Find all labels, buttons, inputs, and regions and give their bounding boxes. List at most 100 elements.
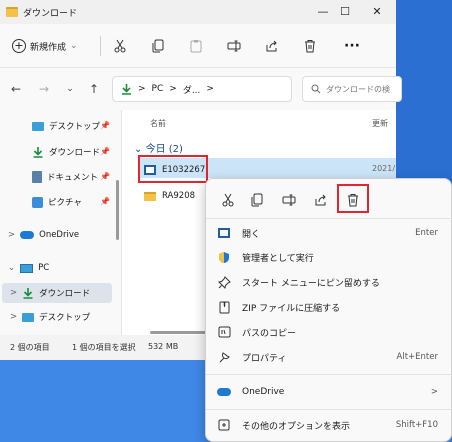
- sidebar-item-desktop[interactable]: デスクトップ: [32, 116, 100, 136]
- folder-icon: [144, 191, 156, 201]
- shortcut-key: Enter: [415, 228, 438, 238]
- menu-item-open[interactable]: 開く Enter: [214, 222, 444, 244]
- sidebar-item-label: ドキュメント: [47, 173, 99, 183]
- forward-button[interactable]: →: [36, 81, 52, 97]
- selected-size: 532 MB: [148, 342, 179, 351]
- group-header[interactable]: ⌄ 今日 (2): [134, 140, 183, 155]
- context-copy-button[interactable]: [246, 189, 268, 211]
- group-label: 今日 (2): [145, 144, 183, 155]
- menu-item-compress-zip[interactable]: ZIP ファイルに圧縮する: [214, 296, 444, 318]
- cloud-icon: [216, 384, 232, 400]
- context-rename-button[interactable]: [278, 189, 300, 211]
- pin-icon: 📌: [100, 147, 110, 156]
- back-button[interactable]: ←: [8, 81, 24, 97]
- sidebar-item-documents[interactable]: ドキュメント: [32, 167, 98, 187]
- cut-icon: [114, 39, 126, 53]
- cut-icon: [222, 193, 234, 207]
- menu-item-onedrive[interactable]: OneDrive >: [214, 381, 444, 403]
- chevron-down-icon: ⌄: [134, 144, 143, 155]
- address-bar[interactable]: > PC > ダ... >: [112, 76, 292, 102]
- breadcrumb-separator: >: [206, 84, 214, 94]
- menu-item-more-options[interactable]: その他のオプションを表示 Shift+F10: [214, 414, 444, 436]
- search-input[interactable]: ダウンロードの検: [302, 76, 402, 102]
- sidebar-item-pictures[interactable]: ピクチャ: [32, 192, 82, 212]
- sidebar-scrollbar[interactable]: [116, 180, 119, 240]
- sidebar-item-label: デスクトップ: [49, 122, 101, 132]
- new-button[interactable]: + 新規作成 ⌄: [12, 37, 78, 55]
- command-bar: + 新規作成 ⌄ ···: [0, 24, 396, 68]
- sidebar-item-onedrive[interactable]: > OneDrive: [8, 225, 79, 245]
- sidebar-item-pc-desktop[interactable]: > デスクトップ: [10, 307, 90, 327]
- document-icon: [32, 171, 42, 183]
- expand-icon[interactable]: >: [10, 288, 17, 298]
- menu-item-run-as-admin[interactable]: 管理者として実行: [214, 246, 444, 268]
- expand-icon[interactable]: >: [8, 230, 15, 240]
- picture-icon: [32, 196, 43, 208]
- recent-locations-button[interactable]: ⌄: [62, 81, 78, 97]
- properties-icon: [216, 349, 232, 365]
- context-cut-button[interactable]: [217, 189, 239, 211]
- up-button[interactable]: ↑: [86, 81, 102, 97]
- share-icon: [266, 40, 277, 52]
- cut-button[interactable]: [110, 36, 130, 56]
- menu-item-pin-start[interactable]: スタート メニューにピン留めする: [214, 271, 444, 293]
- menu-item-properties[interactable]: プロパティ Alt+Enter: [214, 346, 444, 368]
- item-count: 2 個の項目: [10, 343, 50, 352]
- delete-button[interactable]: [300, 36, 320, 56]
- rename-icon: [282, 194, 296, 206]
- expand-icon[interactable]: >: [10, 312, 17, 322]
- menu-item-label: その他のオプションを表示: [242, 421, 351, 432]
- menu-item-label: パスのコピー: [242, 328, 297, 339]
- pin-icon: 📌: [100, 121, 110, 130]
- copy-icon: [152, 39, 164, 53]
- menu-item-label: 管理者として実行: [242, 253, 314, 264]
- sidebar-item-downloads[interactable]: ダウンロード: [32, 142, 100, 162]
- window-title: ダウンロード: [23, 9, 78, 19]
- trash-icon: [305, 40, 315, 53]
- rename-icon: [227, 40, 241, 52]
- menu-item-label: プロパティ: [242, 353, 287, 364]
- minimize-button[interactable]: —: [312, 3, 334, 21]
- copy-icon: [251, 193, 263, 207]
- sidebar-item-label: OneDrive: [39, 230, 80, 240]
- highlight-box-delete: [337, 184, 369, 213]
- close-button[interactable]: ✕: [366, 3, 388, 21]
- file-row[interactable]: RA9208: [144, 186, 195, 206]
- context-share-button[interactable]: [310, 189, 332, 211]
- menu-item-copy-path[interactable]: パスのコピー: [214, 321, 444, 343]
- desktop-icon: [22, 312, 35, 322]
- selected-count: 1 個の項目を選択: [72, 343, 136, 352]
- title-bar: ダウンロード — ☐ ✕: [0, 0, 396, 24]
- download-icon: [33, 147, 43, 158]
- download-icon: [122, 84, 131, 95]
- shortcut-key: Alt+Enter: [396, 352, 438, 362]
- column-header-name[interactable]: 名前: [150, 118, 166, 129]
- more-button[interactable]: ···: [342, 36, 362, 56]
- sidebar-item-label: デスクトップ: [39, 313, 91, 323]
- breadcrumb-separator: >: [169, 84, 177, 94]
- breadcrumb-downloads[interactable]: ダ...: [183, 83, 201, 96]
- maximize-button[interactable]: ☐: [334, 3, 356, 21]
- shield-icon: [216, 249, 232, 265]
- pc-icon: [20, 263, 34, 273]
- breadcrumb-pc[interactable]: PC: [152, 84, 164, 94]
- folder-icon: [6, 7, 18, 17]
- menu-divider: [206, 409, 452, 410]
- rename-button[interactable]: [224, 36, 244, 56]
- highlight-box-file: [138, 155, 208, 183]
- context-menu: 開く Enter 管理者として実行 スタート メニューにピン留めする ZIP フ…: [205, 178, 452, 442]
- collapse-icon[interactable]: ⌄: [8, 263, 15, 273]
- column-header-updated[interactable]: 更新: [372, 118, 388, 129]
- plus-icon: +: [12, 39, 26, 53]
- share-button[interactable]: [262, 36, 282, 56]
- breadcrumb-separator: >: [138, 84, 146, 94]
- sidebar-item-pc-downloads[interactable]: > ダウンロード: [10, 283, 90, 303]
- paste-button[interactable]: [186, 36, 206, 56]
- file-date: 2021/: [372, 164, 396, 173]
- sidebar-item-pc[interactable]: ⌄ PC: [8, 258, 49, 278]
- search-icon: [311, 84, 321, 94]
- cloud-icon: [20, 231, 35, 239]
- copy-button[interactable]: [148, 36, 168, 56]
- file-name: RA9208: [162, 191, 196, 201]
- new-label: 新規作成: [30, 42, 67, 53]
